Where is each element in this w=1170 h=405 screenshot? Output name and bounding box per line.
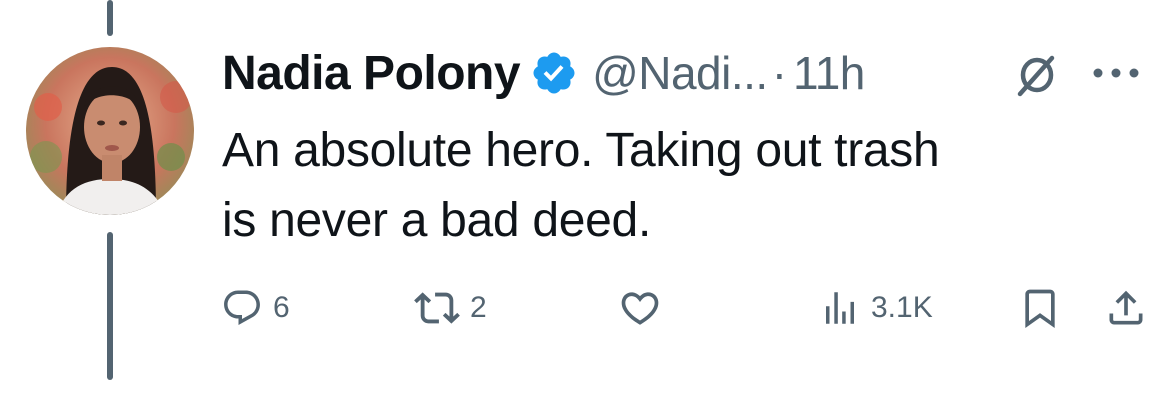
heart-icon	[621, 292, 659, 325]
tweet-header: Nadia Polony @Nadi... · 11h	[222, 42, 865, 104]
timestamp[interactable]: 11h	[793, 46, 865, 100]
views-count: 3.1K	[871, 291, 933, 324]
share-icon	[1109, 290, 1143, 325]
reply-icon	[224, 290, 260, 325]
display-name[interactable]: Nadia Polony	[222, 46, 521, 101]
avatar[interactable]	[26, 47, 194, 215]
reply-count: 6	[273, 291, 290, 324]
bookmark-button[interactable]	[1018, 286, 1062, 330]
tweet-text-line: is never a bad deed.	[222, 194, 651, 247]
views-icon	[826, 292, 854, 324]
bookmark-icon	[1025, 289, 1055, 329]
reply-button[interactable]: 6	[221, 286, 290, 330]
more-icon[interactable]	[1090, 58, 1142, 88]
grok-icon[interactable]	[1012, 50, 1062, 100]
avatar-photo	[26, 47, 194, 215]
share-button[interactable]	[1104, 286, 1148, 330]
user-handle[interactable]: @Nadi...	[592, 46, 768, 100]
thread-line-top	[107, 0, 113, 36]
separator-dot: ·	[771, 47, 788, 99]
tweet-text-line: An absolute hero. Taking out trash	[222, 124, 940, 177]
retweet-icon	[414, 292, 460, 324]
retweet-count: 2	[470, 291, 487, 324]
views-button[interactable]: 3.1K	[819, 286, 933, 330]
like-button[interactable]	[618, 286, 672, 330]
verified-badge-icon[interactable]	[530, 49, 578, 97]
retweet-button[interactable]: 2	[414, 286, 487, 330]
tweet-text: An absolute hero. Taking out trash is ne…	[222, 116, 1122, 256]
thread-line-bottom	[107, 232, 113, 380]
